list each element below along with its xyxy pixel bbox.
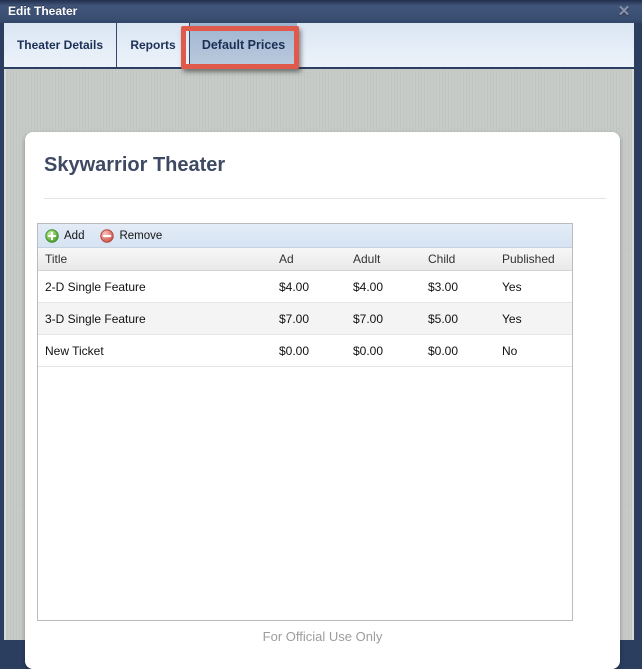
column-header-published: Published — [495, 248, 572, 270]
cell-child: $5.00 — [421, 303, 495, 334]
page-title: Skywarrior Theater — [44, 154, 225, 177]
tab-bar: Theater Details Reports Default Prices — [4, 23, 634, 69]
column-header-child: Child — [421, 248, 495, 270]
cell-title: 3-D Single Feature — [38, 303, 272, 334]
cell-ad: $0.00 — [272, 335, 346, 366]
cell-adult: $4.00 — [346, 271, 421, 302]
add-button-label: Add — [64, 230, 84, 242]
cell-adult: $0.00 — [346, 335, 421, 366]
add-icon — [45, 229, 59, 243]
add-button[interactable]: Add — [45, 229, 84, 243]
heading-divider — [44, 198, 606, 199]
table-header-row: Title Ad Adult Child Published — [38, 248, 572, 271]
dialog-background: Skywarrior Theater Add — [4, 69, 634, 640]
cell-child: $3.00 — [421, 271, 495, 302]
cell-adult: $7.00 — [346, 303, 421, 334]
remove-button[interactable]: Remove — [100, 229, 162, 243]
table-row[interactable]: 2-D Single Feature $4.00 $4.00 $3.00 Yes — [38, 271, 572, 303]
grid-toolbar: Add Remove — [38, 224, 572, 248]
window-body: Theater Details Reports Default Prices S… — [4, 23, 634, 640]
cell-ad: $7.00 — [272, 303, 346, 334]
window-titlebar: Edit Theater ✕ — [0, 0, 642, 23]
tab-default-prices[interactable]: Default Prices — [190, 23, 297, 67]
column-header-adult: Adult — [346, 248, 421, 270]
remove-icon — [100, 229, 114, 243]
footer-note: For Official Use Only — [25, 629, 620, 644]
content-card: Skywarrior Theater Add — [25, 132, 620, 669]
tab-reports[interactable]: Reports — [117, 23, 190, 67]
column-header-title: Title — [38, 248, 272, 270]
cell-published: Yes — [495, 303, 572, 334]
close-button[interactable]: ✕ — [615, 2, 633, 20]
remove-button-label: Remove — [119, 230, 162, 242]
column-header-ad: Ad — [272, 248, 346, 270]
close-icon: ✕ — [618, 2, 631, 20]
cell-published: No — [495, 335, 572, 366]
table-row[interactable]: 3-D Single Feature $7.00 $7.00 $5.00 Yes — [38, 303, 572, 335]
prices-grid: Add Remove Title Ad Adult Child — [37, 223, 573, 621]
table-row[interactable]: New Ticket $0.00 $0.00 $0.00 No — [38, 335, 572, 367]
cell-child: $0.00 — [421, 335, 495, 366]
cell-title: New Ticket — [38, 335, 272, 366]
cell-published: Yes — [495, 271, 572, 302]
cell-ad: $4.00 — [272, 271, 346, 302]
tab-theater-details[interactable]: Theater Details — [4, 23, 117, 67]
cell-title: 2-D Single Feature — [38, 271, 272, 302]
window-title: Edit Theater — [8, 4, 77, 18]
